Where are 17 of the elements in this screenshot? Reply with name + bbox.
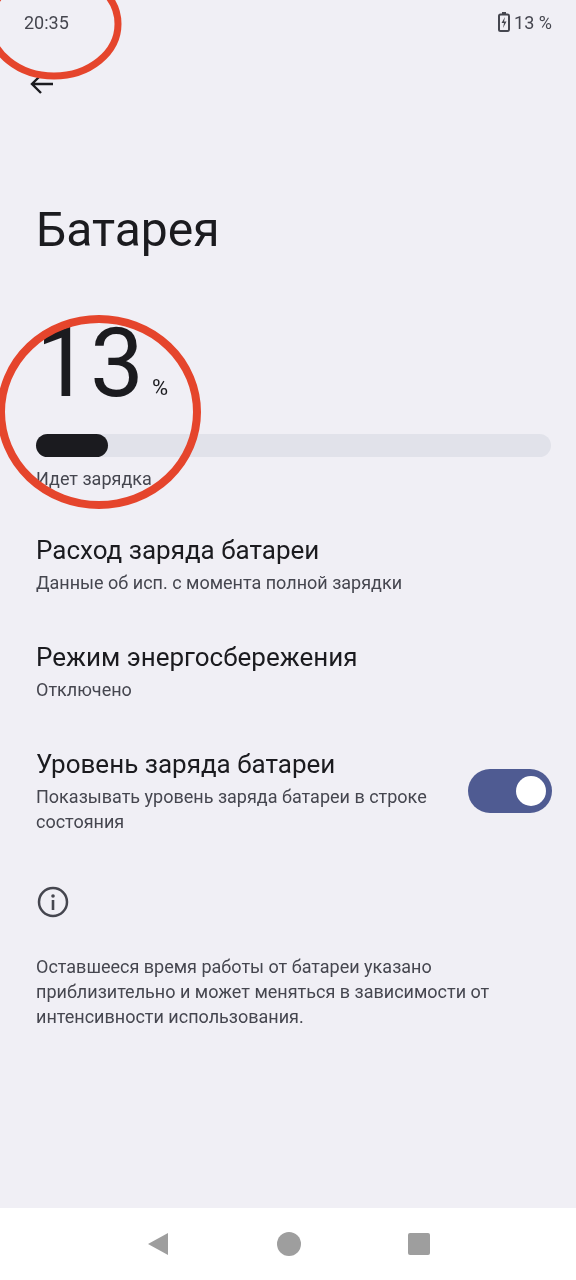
battery-estimate-note: Оставшееся время работы от батареи указано приблизительно и может меняться в зависимости от интенсивности использования. <box>36 955 491 1029</box>
toggle-switch[interactable] <box>468 769 552 813</box>
setting-title[interactable]: Уровень заряда батареи <box>36 748 468 780</box>
back-nav-icon[interactable] <box>146 1231 170 1257</box>
setting-title[interactable]: Режим энергосбережения <box>36 641 552 673</box>
setting-summary: Отключено <box>36 678 133 702</box>
percent-sign: % <box>151 374 169 402</box>
battery-percent: 13 % <box>514 10 552 35</box>
battery-charging-icon <box>498 12 511 32</box>
setting-summary: Показывать уровень заряда батареи в строке состояния <box>36 785 428 834</box>
home-nav-icon[interactable] <box>276 1231 302 1257</box>
battery-level-value: 13 <box>36 318 144 408</box>
setting-title[interactable]: Расход заряда батареи <box>36 534 552 566</box>
status-time: 20:35 <box>24 10 69 35</box>
setting-summary: Данные об исп. с момента полной зарядки <box>36 571 404 595</box>
page-title: Батарея <box>36 202 221 258</box>
info-icon <box>37 886 69 918</box>
